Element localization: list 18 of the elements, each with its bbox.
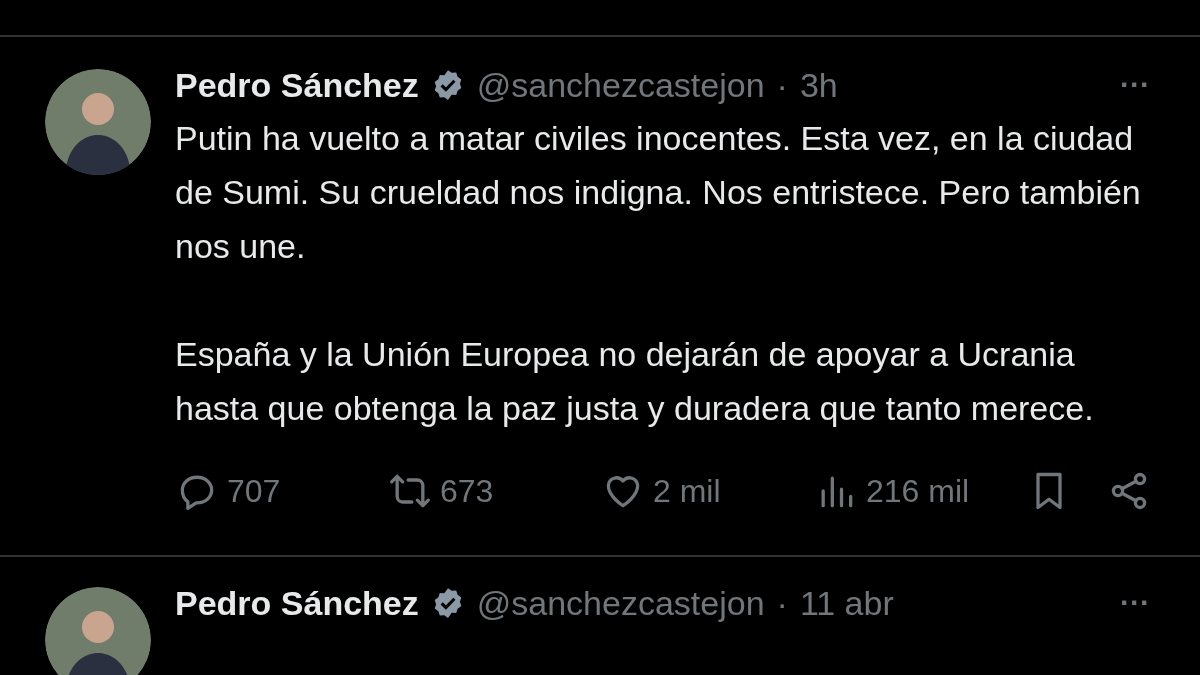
- timestamp[interactable]: 3h: [799, 59, 838, 111]
- timestamp[interactable]: 11 abr: [799, 577, 894, 629]
- author-name[interactable]: Pedro Sánchez: [175, 577, 419, 629]
- like-button[interactable]: 2 mil: [601, 467, 814, 515]
- avatar[interactable]: [45, 587, 151, 675]
- tweet-text: España y la Unión Europea no dejarán de apoyar a Ucrania hasta que obtenga la paz justa y duradera que tanto merece.: [175, 334, 1095, 429]
- more-button[interactable]: ···: [1120, 588, 1150, 618]
- handle[interactable]: @sanchezcastejon: [476, 59, 765, 111]
- reply-button[interactable]: 707: [175, 467, 388, 515]
- separator: ·: [776, 64, 788, 106]
- repost-button[interactable]: 673: [388, 467, 601, 515]
- more-button[interactable]: ···: [1120, 70, 1150, 100]
- avatar[interactable]: [45, 69, 151, 175]
- separator: ·: [776, 582, 788, 624]
- handle[interactable]: @sanchezcastejon: [476, 577, 765, 629]
- author-name[interactable]: Pedro Sánchez: [175, 59, 419, 111]
- tweet-text: Putin ha vuelto a matar civiles inocentes. Esta vez, en la ciudad de Sumi. Su crueldad nos indigna. Nos entristece. Pero también nos une.: [175, 118, 1142, 267]
- views-button[interactable]: 216 mil: [814, 467, 1027, 515]
